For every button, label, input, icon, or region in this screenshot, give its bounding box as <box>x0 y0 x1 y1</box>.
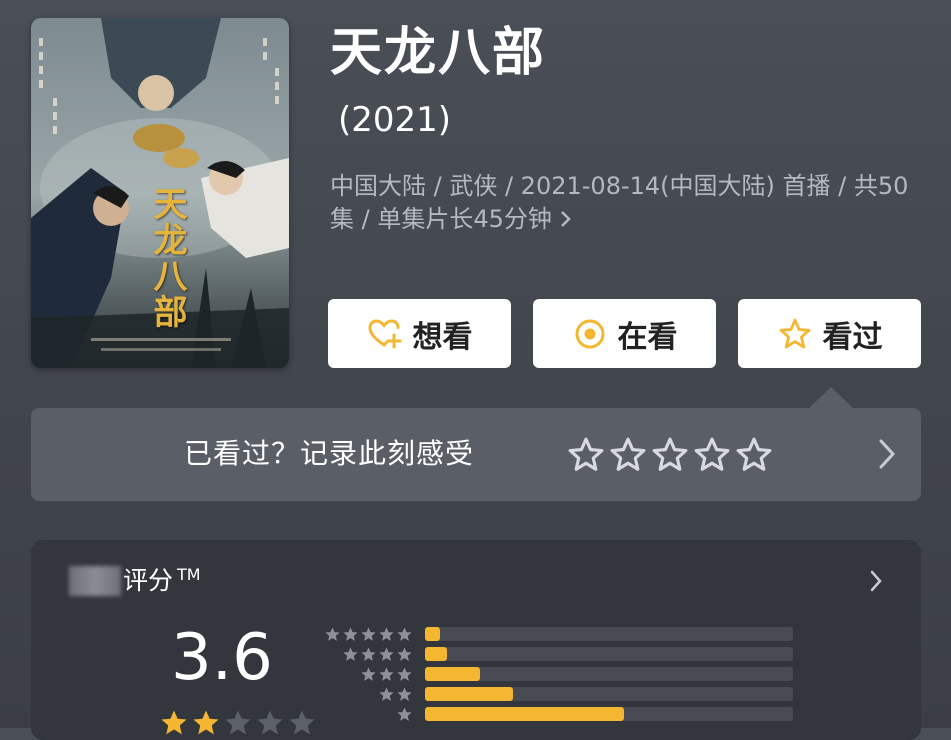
distribution-bar <box>425 707 624 721</box>
watched-label: 看过 <box>822 319 883 355</box>
star-small-icon <box>379 646 394 661</box>
score-stars <box>159 708 317 738</box>
rating-label: 评分 TM <box>69 566 201 596</box>
star-small-icon <box>325 626 340 641</box>
distribution-row <box>321 664 801 684</box>
star-empty-icon <box>225 710 251 735</box>
chevron-right-icon[interactable] <box>869 570 883 596</box>
watched-button[interactable]: 看过 <box>738 299 921 368</box>
distribution-bar <box>425 687 513 701</box>
distribution-star-level <box>321 706 413 723</box>
poster-image[interactable]: 天龙八部 <box>31 18 289 368</box>
star-small-icon <box>379 626 394 641</box>
rating-label-text: 评分 <box>123 566 174 595</box>
star-outline-icon[interactable] <box>567 436 605 474</box>
page-title: 天龙八部 <box>330 23 547 83</box>
distribution-star-level <box>321 686 413 703</box>
star-empty-icon <box>257 710 283 735</box>
distribution-bar <box>425 647 447 661</box>
star-small-icon <box>361 646 376 661</box>
distribution-bar <box>425 627 440 641</box>
want-to-watch-label: 想看 <box>412 319 473 355</box>
star-outline-icon[interactable] <box>735 436 773 474</box>
star-small-icon <box>361 666 376 681</box>
star-small-icon <box>397 626 412 641</box>
star-outline-icon[interactable] <box>609 436 647 474</box>
distribution-bar <box>425 667 480 681</box>
record-feeling-bar[interactable]: 已看过？记录此刻感受 <box>31 408 921 501</box>
blurred-brand-text <box>69 566 121 596</box>
distribution-row <box>321 624 801 644</box>
target-circle-icon <box>572 316 608 352</box>
release-year: (2021) <box>338 100 452 140</box>
star-outline-icon[interactable] <box>693 436 731 474</box>
meta-text: 中国大陆 / 武侠 / 2021-08-14(中国大陆) 首播 / 共50集 /… <box>330 172 909 233</box>
rating-input-stars[interactable] <box>567 436 773 474</box>
star-empty-icon <box>289 710 315 735</box>
chevron-right-icon <box>560 205 572 233</box>
star-small-icon <box>379 686 394 701</box>
distribution-row <box>321 644 801 664</box>
distribution-track <box>425 707 793 721</box>
want-to-watch-button[interactable]: 想看 <box>328 299 511 368</box>
rating-card[interactable]: 评分 TM 3.6 <box>31 540 921 740</box>
distribution-track <box>425 667 793 681</box>
star-small-icon <box>343 646 358 661</box>
star-outline-icon[interactable] <box>651 436 689 474</box>
rating-score: 3.6 <box>171 621 273 695</box>
distribution-track <box>425 647 793 661</box>
record-prompt: 已看过？记录此刻感受 <box>184 437 475 470</box>
rating-distribution <box>321 624 801 724</box>
heart-plus-icon <box>367 316 403 352</box>
distribution-star-level <box>321 646 413 663</box>
star-small-icon <box>397 706 412 721</box>
chevron-right-icon[interactable] <box>877 438 897 474</box>
star-small-icon <box>397 686 412 701</box>
star-filled-icon <box>161 710 187 735</box>
show-meta[interactable]: 中国大陆 / 武侠 / 2021-08-14(中国大陆) 首播 / 共50集 /… <box>330 170 910 236</box>
trademark-mark: TM <box>177 565 201 584</box>
star-small-icon <box>361 626 376 641</box>
watching-button[interactable]: 在看 <box>533 299 716 368</box>
star-small-icon <box>397 666 412 681</box>
star-small-icon <box>397 646 412 661</box>
distribution-row <box>321 704 801 724</box>
star-outline-icon <box>777 316 813 352</box>
distribution-row <box>321 684 801 704</box>
watching-label: 在看 <box>617 319 678 355</box>
distribution-star-level <box>321 626 413 643</box>
distribution-track <box>425 627 793 641</box>
poster-title-text: 天龙八部 <box>147 186 187 330</box>
star-filled-icon <box>193 710 219 735</box>
popover-pointer <box>808 387 854 409</box>
star-small-icon <box>379 666 394 681</box>
star-small-icon <box>343 626 358 641</box>
distribution-star-level <box>321 666 413 683</box>
distribution-track <box>425 687 793 701</box>
